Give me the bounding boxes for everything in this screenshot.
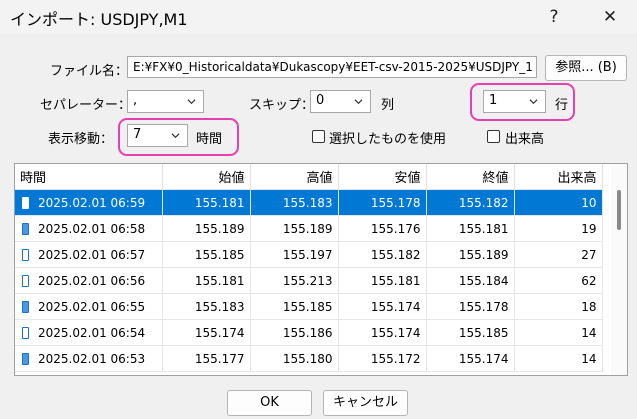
- row-high: 155.183: [250, 189, 339, 216]
- row-volume: 62: [514, 267, 603, 294]
- row-low: 155.178: [338, 189, 427, 216]
- column-header-low[interactable]: 安値: [338, 164, 427, 190]
- separator-value: ,: [133, 93, 138, 108]
- chevron-down-icon: [529, 99, 538, 105]
- row-volume: 27: [514, 241, 603, 268]
- row-high: 155.213: [250, 267, 339, 294]
- close-button[interactable]: ✕: [596, 4, 624, 30]
- table-row[interactable]: 2025.02.01 06:55 155.183 155.185 155.174…: [15, 293, 603, 320]
- row-open: 155.185: [162, 241, 251, 268]
- row-volume: 14: [514, 345, 603, 372]
- column-header-open[interactable]: 始値: [162, 164, 251, 190]
- row-high: 155.185: [250, 293, 339, 320]
- candle-icon: [22, 248, 29, 261]
- table-row[interactable]: 2025.02.01 06:57 155.185 155.197 155.182…: [15, 241, 603, 268]
- row-low: 155.172: [338, 345, 427, 372]
- row-volume: 14: [514, 319, 603, 346]
- column-header-close[interactable]: 終値: [426, 164, 515, 190]
- row-open: 155.177: [162, 345, 251, 372]
- row-high: 155.197: [250, 241, 339, 268]
- separator-label: セパレーター：: [40, 98, 132, 113]
- row-open: 155.174: [162, 319, 251, 346]
- row-volume: 10: [514, 189, 603, 216]
- shift-label: 表示移動：: [48, 132, 114, 147]
- row-close: 155.174: [426, 345, 515, 372]
- table-row[interactable]: 2025.02.01 06:58 155.189 155.189 155.176…: [15, 215, 603, 242]
- row-close: 155.181: [426, 215, 515, 242]
- skip-select[interactable]: 0: [310, 90, 371, 113]
- row-low: 155.182: [338, 241, 427, 268]
- row-close: 155.184: [426, 267, 515, 294]
- row-close: 155.178: [426, 293, 515, 320]
- row-time: 2025.02.01 06:55: [38, 299, 146, 314]
- row-time: 2025.02.01 06:57: [38, 247, 146, 262]
- row-low: 155.174: [338, 293, 427, 320]
- candle-icon: [22, 300, 29, 313]
- skip-rows-unit-label: 行: [555, 98, 569, 113]
- row-close: 155.182: [426, 189, 515, 216]
- table-row[interactable]: 2025.02.01 06:59 155.181 155.183 155.178…: [15, 189, 603, 216]
- use-selected-label[interactable]: 選択したものを使用: [329, 128, 446, 147]
- row-close: 155.185: [426, 319, 515, 346]
- browse-button[interactable]: 参照... (B): [545, 55, 627, 81]
- ok-button[interactable]: OK: [227, 390, 312, 416]
- row-low: 155.181: [338, 267, 427, 294]
- skip-value: 0: [316, 93, 325, 108]
- column-header-time[interactable]: 時間: [15, 164, 163, 190]
- column-header-volume[interactable]: 出来高: [514, 164, 603, 190]
- shift-value: 7: [133, 127, 142, 142]
- column-header-high[interactable]: 高値: [250, 164, 339, 190]
- scrollbar-thumb[interactable]: [617, 190, 621, 230]
- header-row: 時間 始値 高値 安値 終値 出来高: [15, 164, 603, 190]
- help-button[interactable]: ?: [540, 4, 568, 30]
- row-high: 155.186: [250, 319, 339, 346]
- window-title: インポート: USDJPY,M1: [10, 10, 188, 29]
- row-time: 2025.02.01 06:59: [38, 195, 146, 210]
- candle-icon: [22, 274, 29, 287]
- table-row[interactable]: 2025.02.01 06:53 155.177 155.180 155.172…: [15, 345, 603, 372]
- row-close: 155.189: [426, 241, 515, 268]
- volume-label[interactable]: 出来高: [505, 128, 544, 147]
- row-low: 155.176: [338, 215, 427, 242]
- data-grid[interactable]: 時間 始値 高値 安値 終値 出来高 2025.02.01 06:59 155.…: [14, 163, 628, 376]
- row-open: 155.189: [162, 215, 251, 242]
- shift-select[interactable]: 7: [127, 124, 188, 147]
- chevron-down-icon: [354, 99, 363, 105]
- use-selected-checkbox[interactable]: [312, 130, 325, 143]
- row-open: 155.181: [162, 267, 251, 294]
- candle-icon: [22, 326, 29, 339]
- skip-label: スキップ：: [249, 98, 315, 113]
- skip-unit-label: 列: [381, 98, 395, 113]
- cancel-button[interactable]: キャンセル: [323, 390, 408, 416]
- volume-checkbox[interactable]: [487, 130, 500, 143]
- skip-rows-select[interactable]: 1: [483, 90, 546, 113]
- candle-icon: [22, 196, 29, 209]
- row-open: 155.183: [162, 293, 251, 320]
- row-time: 2025.02.01 06:58: [38, 221, 146, 236]
- row-volume: 19: [514, 215, 603, 242]
- row-volume: 18: [514, 293, 603, 320]
- row-time: 2025.02.01 06:54: [38, 325, 146, 340]
- table-row[interactable]: 2025.02.01 06:54 155.174 155.186 155.174…: [15, 319, 603, 346]
- file-name-label: ファイル名：: [50, 64, 129, 79]
- chevron-down-icon: [171, 133, 180, 139]
- vertical-scrollbar[interactable]: [611, 164, 627, 375]
- shift-unit-label: 時間: [196, 132, 223, 147]
- row-high: 155.189: [250, 215, 339, 242]
- row-low: 155.174: [338, 319, 427, 346]
- skip-rows-value: 1: [489, 93, 498, 108]
- file-path-input[interactable]: E:¥FX¥0_Historicaldata¥Dukascopy¥EET-csv…: [127, 56, 537, 78]
- row-time: 2025.02.01 06:56: [38, 273, 146, 288]
- table-row[interactable]: 2025.02.01 06:56 155.181 155.213 155.181…: [15, 267, 603, 294]
- chevron-down-icon: [187, 99, 196, 105]
- title-bar: インポート: USDJPY,M1 ? ✕: [0, 0, 637, 34]
- row-high: 155.180: [250, 345, 339, 372]
- row-open: 155.181: [162, 189, 251, 216]
- data-table: 時間 始値 高値 安値 終値 出来高 2025.02.01 06:59 155.…: [15, 164, 603, 372]
- separator-select[interactable]: ,: [127, 90, 204, 113]
- candle-icon: [22, 222, 29, 235]
- candle-icon: [22, 352, 29, 365]
- row-time: 2025.02.01 06:53: [38, 351, 146, 366]
